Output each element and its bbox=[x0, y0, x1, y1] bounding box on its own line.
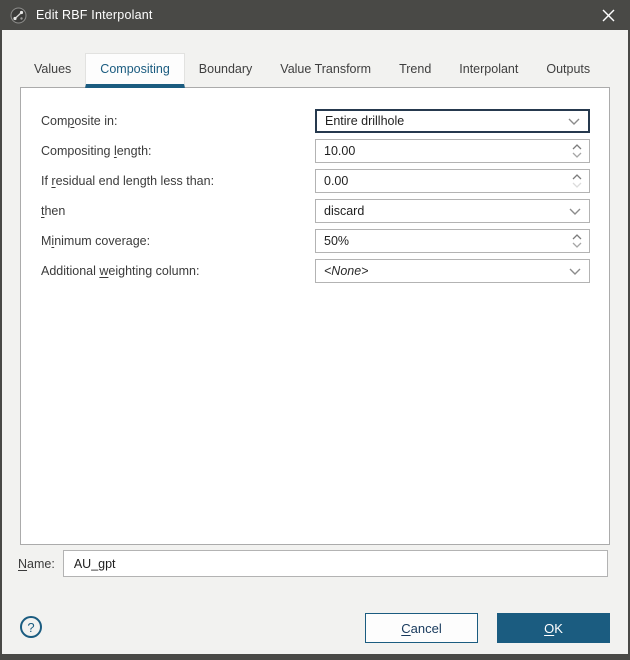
row-additional-weighting-column: Additional weighting column: <None> bbox=[21, 256, 609, 286]
row-compositing-length: Compositing length: 10.00 bbox=[21, 136, 609, 166]
close-icon[interactable] bbox=[596, 3, 620, 27]
then-label: then bbox=[41, 204, 65, 218]
spinner-down-icon[interactable] bbox=[572, 152, 582, 158]
residual-end-length-spinner[interactable]: 0.00 bbox=[315, 169, 590, 193]
ok-button[interactable]: OK bbox=[497, 613, 610, 643]
tab-interpolant[interactable]: Interpolant bbox=[445, 53, 532, 88]
name-row: Name: bbox=[18, 550, 608, 577]
row-then: then discard bbox=[21, 196, 609, 226]
cancel-button[interactable]: Cancel bbox=[365, 613, 478, 643]
tab-compositing[interactable]: Compositing bbox=[85, 53, 184, 88]
row-minimum-coverage: Minimum coverage: 50% bbox=[21, 226, 609, 256]
tab-outputs[interactable]: Outputs bbox=[532, 53, 604, 88]
tab-bar: Values Compositing Boundary Value Transf… bbox=[20, 53, 604, 88]
then-dropdown[interactable]: discard bbox=[315, 199, 590, 223]
residual-end-length-label: If residual end length less than: bbox=[41, 174, 214, 188]
spinner-up-icon[interactable] bbox=[572, 234, 582, 240]
tab-trend[interactable]: Trend bbox=[385, 53, 445, 88]
rbf-interpolant-icon bbox=[10, 7, 27, 24]
composite-in-label: Composite in: bbox=[41, 114, 117, 128]
spinner-down-icon[interactable] bbox=[572, 242, 582, 248]
minimum-coverage-spinner[interactable]: 50% bbox=[315, 229, 590, 253]
titlebar[interactable]: Edit RBF Interpolant bbox=[0, 0, 630, 30]
chevron-down-icon[interactable] bbox=[568, 118, 580, 125]
tab-values[interactable]: Values bbox=[20, 53, 85, 88]
chevron-down-icon[interactable] bbox=[569, 208, 581, 215]
spinner-up-icon[interactable] bbox=[572, 144, 582, 150]
spinner-down-icon bbox=[572, 182, 582, 188]
minimum-coverage-label: Minimum coverage: bbox=[41, 234, 150, 248]
edit-rbf-interpolant-dialog: Edit RBF Interpolant Values Compositing … bbox=[0, 0, 630, 660]
name-label: Name: bbox=[18, 557, 55, 571]
tab-value-transform[interactable]: Value Transform bbox=[266, 53, 385, 88]
compositing-panel: Composite in: Entire drillhole Compositi… bbox=[20, 87, 610, 545]
compositing-length-spinner[interactable]: 10.00 bbox=[315, 139, 590, 163]
row-residual-end-length: If residual end length less than: 0.00 bbox=[21, 166, 609, 196]
additional-weighting-column-dropdown[interactable]: <None> bbox=[315, 259, 590, 283]
chevron-down-icon[interactable] bbox=[569, 268, 581, 275]
help-icon[interactable]: ? bbox=[20, 616, 42, 638]
compositing-length-label: Compositing length: bbox=[41, 144, 152, 158]
name-input[interactable] bbox=[63, 550, 608, 577]
tab-boundary[interactable]: Boundary bbox=[185, 53, 267, 88]
window-title: Edit RBF Interpolant bbox=[36, 8, 153, 22]
row-composite-in: Composite in: Entire drillhole bbox=[21, 106, 609, 136]
additional-weighting-column-label: Additional weighting column: bbox=[41, 264, 199, 278]
spinner-up-icon[interactable] bbox=[572, 174, 582, 180]
composite-in-dropdown[interactable]: Entire drillhole bbox=[315, 109, 590, 133]
